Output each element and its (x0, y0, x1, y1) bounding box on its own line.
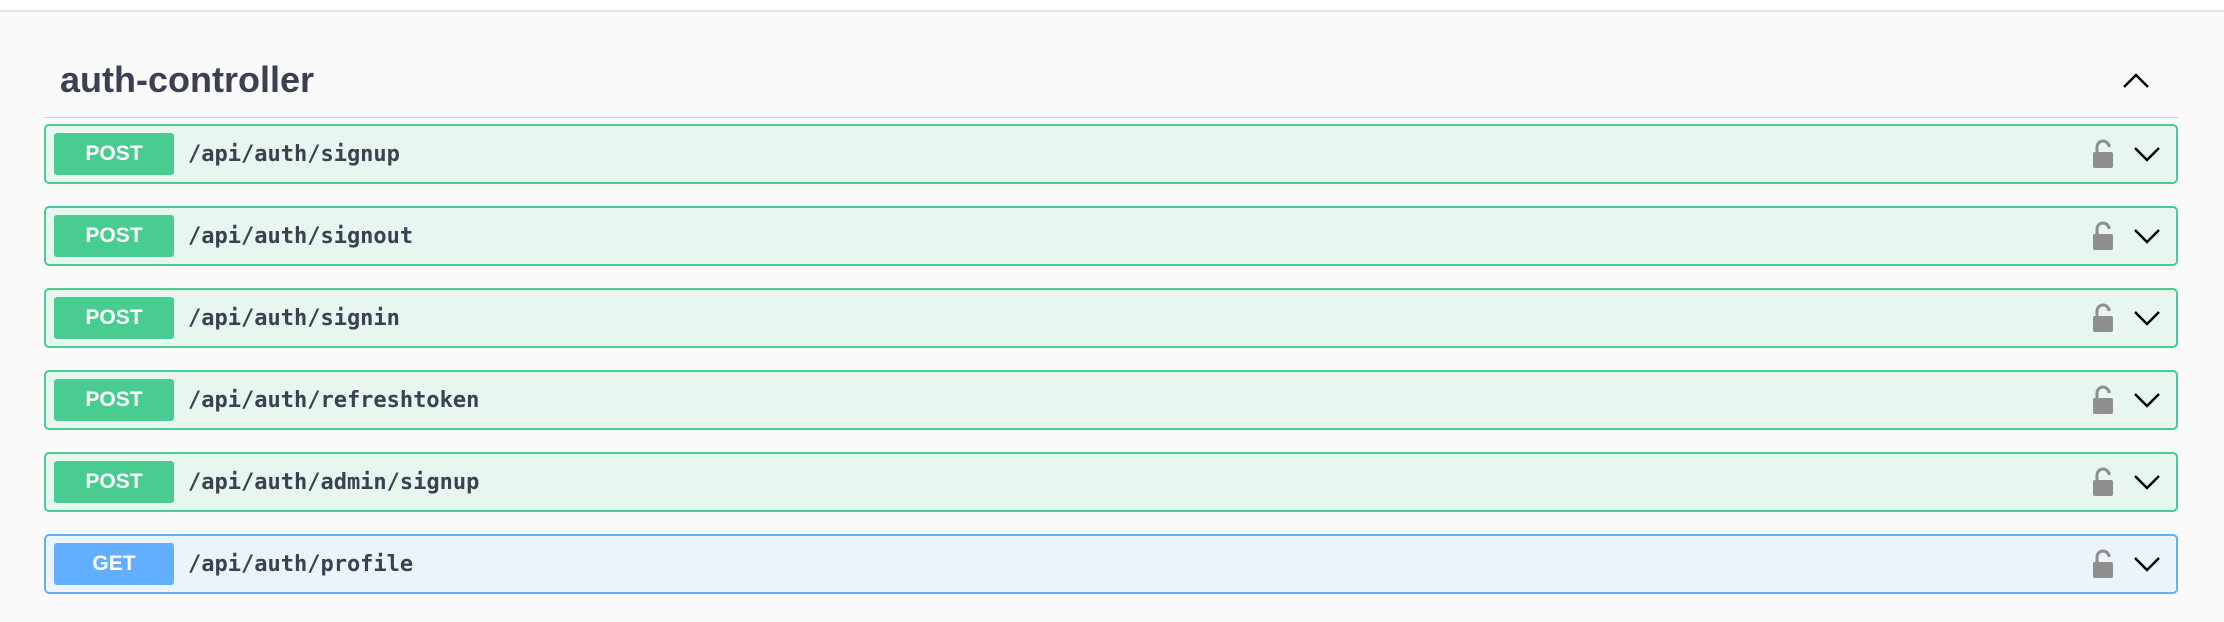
top-divider (0, 0, 2224, 12)
auth-controller-section: auth-controller POST /api/auth/signup PO… (44, 40, 2178, 616)
operations-list: POST /api/auth/signup POST /api/auth/sig… (44, 124, 2178, 594)
unlocked-padlock-icon[interactable] (2092, 467, 2114, 497)
operation-path: /api/auth/signup (188, 141, 400, 167)
unlocked-padlock-icon[interactable] (2092, 303, 2114, 333)
unlocked-padlock-icon[interactable] (2092, 139, 2114, 169)
operation-path: /api/auth/signout (188, 223, 414, 249)
method-badge: POST (54, 297, 174, 339)
method-badge: GET (54, 543, 174, 585)
section-title: auth-controller (60, 59, 315, 100)
unlocked-padlock-icon[interactable] (2092, 385, 2114, 415)
operation-path: /api/auth/profile (188, 551, 414, 577)
operation-row-signout[interactable]: POST /api/auth/signout (44, 206, 2178, 266)
unlocked-padlock-icon[interactable] (2092, 549, 2114, 579)
operation-row-profile[interactable]: GET /api/auth/profile (44, 534, 2178, 594)
operation-row-refreshtoken[interactable]: POST /api/auth/refreshtoken (44, 370, 2178, 430)
chevron-down-icon[interactable] (2132, 221, 2162, 251)
method-badge: POST (54, 461, 174, 503)
operation-row-admin-signup[interactable]: POST /api/auth/admin/signup (44, 452, 2178, 512)
chevron-down-icon[interactable] (2132, 549, 2162, 579)
method-badge: POST (54, 379, 174, 421)
chevron-down-icon[interactable] (2132, 385, 2162, 415)
section-header[interactable]: auth-controller (44, 40, 2178, 118)
unlocked-padlock-icon[interactable] (2092, 221, 2114, 251)
operation-row-signup[interactable]: POST /api/auth/signup (44, 124, 2178, 184)
operation-row-signin[interactable]: POST /api/auth/signin (44, 288, 2178, 348)
operation-path: /api/auth/signin (188, 305, 400, 331)
operation-path: /api/auth/refreshtoken (188, 387, 480, 413)
method-badge: POST (54, 215, 174, 257)
chevron-down-icon[interactable] (2132, 139, 2162, 169)
method-badge: POST (54, 133, 174, 175)
chevron-up-icon[interactable] (2114, 60, 2158, 100)
chevron-down-icon[interactable] (2132, 303, 2162, 333)
chevron-down-icon[interactable] (2132, 467, 2162, 497)
operation-path: /api/auth/admin/signup (188, 469, 480, 495)
